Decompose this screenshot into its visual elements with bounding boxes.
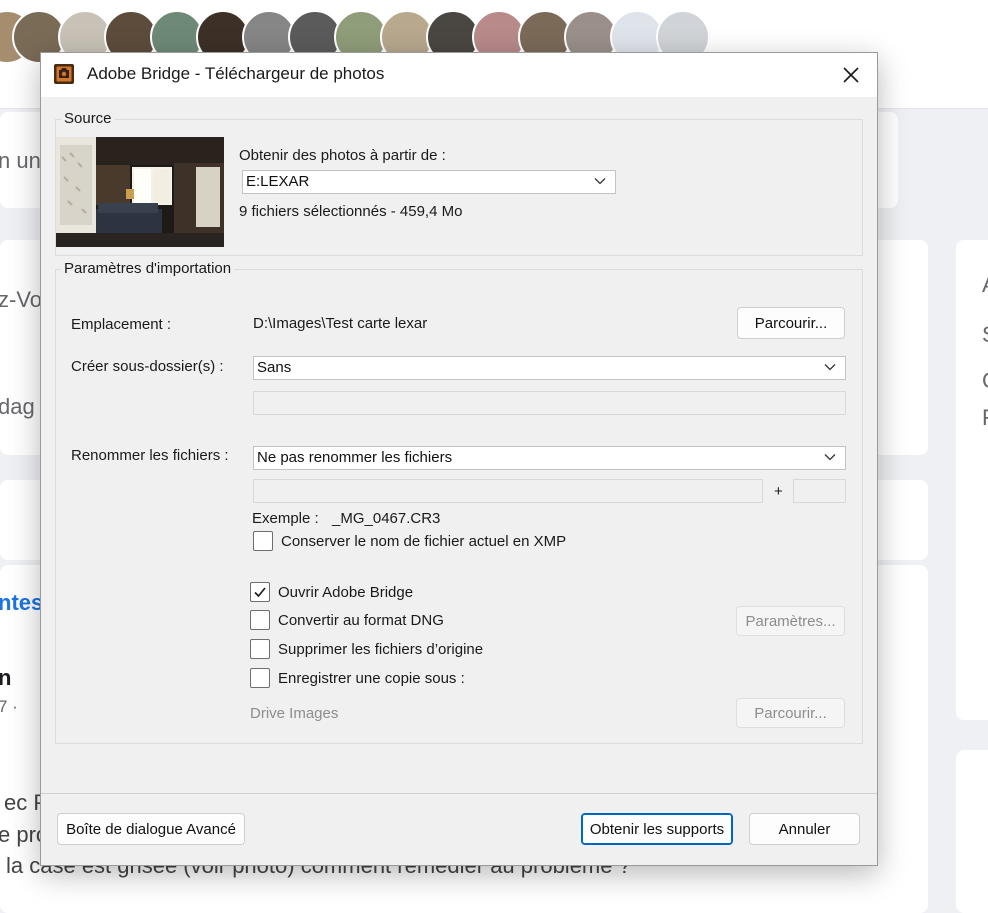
source-legend: Source [61,110,115,127]
rename-value: Ne pas renommer les fichiers [257,449,453,466]
chevron-down-icon [824,364,836,371]
get-photos-label: Obtenir des photos à partir de : [239,147,446,164]
source-thumbnail [56,137,224,247]
dng-settings-button[interactable]: Paramètres... [736,606,845,636]
location-label: Emplacement : [71,316,172,333]
background-text: 7 · [0,697,18,716]
open-bridge-label: Ouvrir Adobe Bridge [278,584,414,601]
example-value: _MG_0467.CR3 [332,510,441,527]
background-text: dag [0,394,35,419]
save-copy-checkbox[interactable] [250,668,270,688]
title-bar[interactable]: Adobe Bridge - Téléchargeur de photos [41,53,877,97]
rename-text-field [253,479,763,503]
cancel-button[interactable]: Annuler [749,813,860,845]
rename-number-field [793,479,846,503]
keep-name-xmp-checkbox[interactable] [253,531,273,551]
save-copy-label: Enregistrer une copie sous : [278,670,465,687]
background-text: z-Vo [0,287,43,312]
source-device-select[interactable]: E:LEXAR [242,170,616,194]
subfolder-value: Sans [257,359,292,376]
source-device-value: E:LEXAR [246,173,310,190]
rename-label: Renommer les fichiers : [71,447,229,464]
browse-location-button[interactable]: Parcourir... [737,307,845,339]
example-label: Exemple : [252,510,319,527]
subfolder-label: Créer sous-dossier(s) : [71,358,224,375]
advanced-dialog-button[interactable]: Boîte de dialogue Avancé [57,813,245,845]
plus-separator: + [774,483,783,500]
rename-select[interactable]: Ne pas renommer les fichiers [253,446,846,470]
convert-dng-checkbox[interactable] [250,610,270,630]
subfolder-name-field [253,391,846,415]
background-text: F [982,405,988,431]
photo-downloader-dialog: Adobe Bridge - Téléchargeur de photos So… [40,52,878,866]
delete-originals-label: Supprimer les fichiers d’origine [278,641,484,658]
copy-browse-button[interactable]: Parcourir... [736,698,845,728]
import-settings-legend: Paramètres d'importation [61,260,235,277]
background-text: A [982,272,988,298]
keep-name-xmp-label: Conserver le nom de fichier actuel en XM… [281,533,567,550]
background-card [956,240,988,720]
subfolder-select[interactable]: Sans [253,356,846,380]
background-text: S [982,322,988,348]
open-bridge-checkbox[interactable] [250,582,270,602]
close-icon[interactable] [835,59,867,91]
location-value: D:\Images\Test carte lexar [253,315,428,332]
background-text: ntes [0,590,44,615]
footer-divider [41,793,877,794]
background-text: n [0,665,12,690]
copy-destination: Drive Images [250,705,339,722]
get-media-button[interactable]: Obtenir les supports [581,813,733,845]
adobe-bridge-icon [54,64,74,84]
convert-dng-label: Convertir au format DNG [278,612,444,629]
background-text: C [982,368,988,394]
dialog-title: Adobe Bridge - Téléchargeur de photos [87,64,385,83]
chevron-down-icon [824,454,836,461]
checkmark-icon [254,587,266,598]
chevron-down-icon [594,178,606,185]
background-card [956,750,988,913]
delete-originals-checkbox[interactable] [250,639,270,659]
selection-info: 9 fichiers sélectionnés - 459,4 Mo [239,203,463,220]
